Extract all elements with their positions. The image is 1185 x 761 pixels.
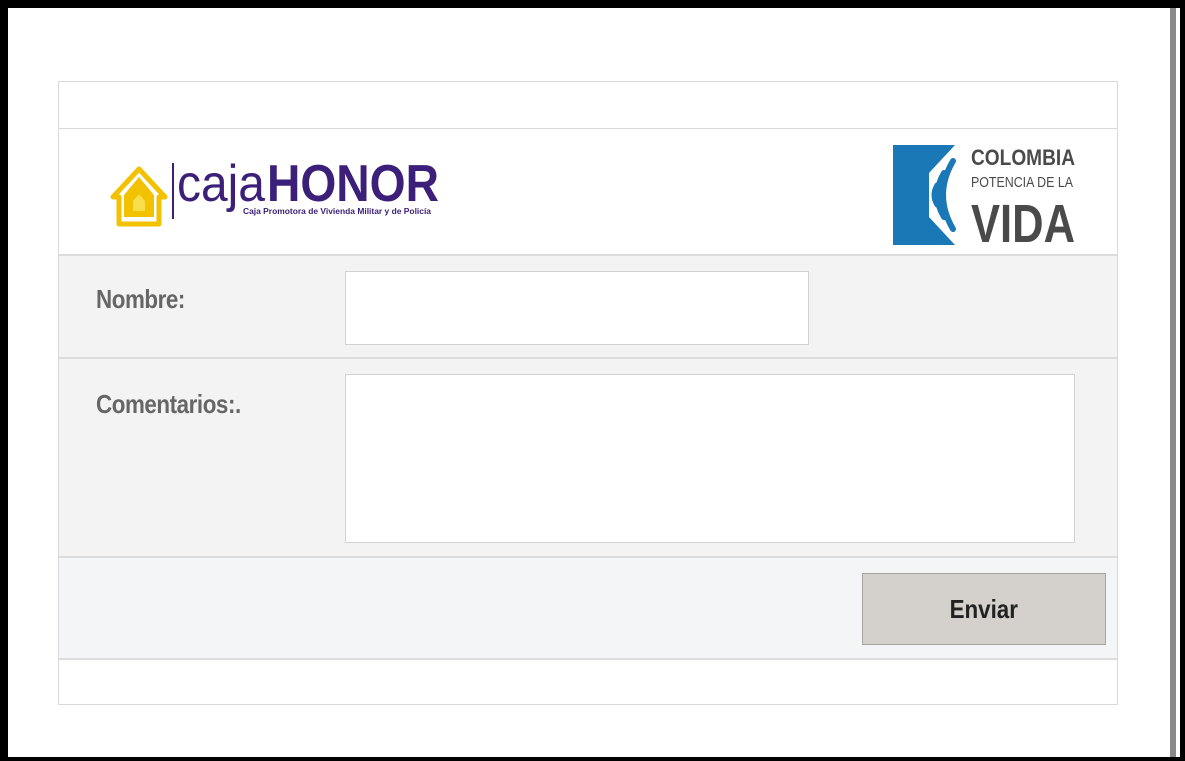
comentarios-row: Comentarios:.: [59, 359, 1117, 558]
cajahonor-logo: caja HONOR Caja Promotora de Vivienda Mi…: [109, 149, 449, 235]
colombia-wave-icon: [893, 145, 956, 245]
card-bottom-spacer: [59, 660, 1117, 704]
window-frame-left: [0, 0, 8, 761]
contact-form-card: caja HONOR Caja Promotora de Vivienda Mi…: [58, 81, 1118, 705]
window-frame-top: [0, 0, 1185, 8]
colombia-potencia-logo: COLOMBIA POTENCIA DE LA VIDA: [887, 137, 1081, 254]
window-frame-bottom: [0, 757, 1185, 761]
nombre-label: Nombre:: [96, 284, 185, 314]
card-top-spacer: [59, 82, 1117, 129]
cajahonor-tagline: Caja Promotora de Vivienda Militar y de …: [243, 207, 432, 216]
cajahonor-word-bold: HONOR: [267, 155, 439, 213]
colombia-line1: COLOMBIA: [971, 145, 1075, 170]
enviar-button[interactable]: Enviar: [862, 573, 1106, 645]
colombia-line2: POTENCIA DE LA: [971, 174, 1073, 191]
comentarios-textarea[interactable]: [345, 374, 1075, 543]
submit-row: Enviar: [59, 558, 1117, 660]
comentarios-label: Comentarios:.: [96, 389, 241, 419]
header-logos-row: caja HONOR Caja Promotora de Vivienda Mi…: [59, 129, 1117, 256]
colombia-line3: VIDA: [971, 194, 1075, 247]
cajahonor-word-light: caja: [177, 155, 265, 213]
nombre-input[interactable]: [345, 271, 809, 345]
house-icon: [110, 166, 168, 227]
nombre-row: Nombre:: [59, 256, 1117, 359]
enviar-button-label: Enviar: [949, 593, 1019, 624]
window-frame-right: [1180, 0, 1185, 761]
